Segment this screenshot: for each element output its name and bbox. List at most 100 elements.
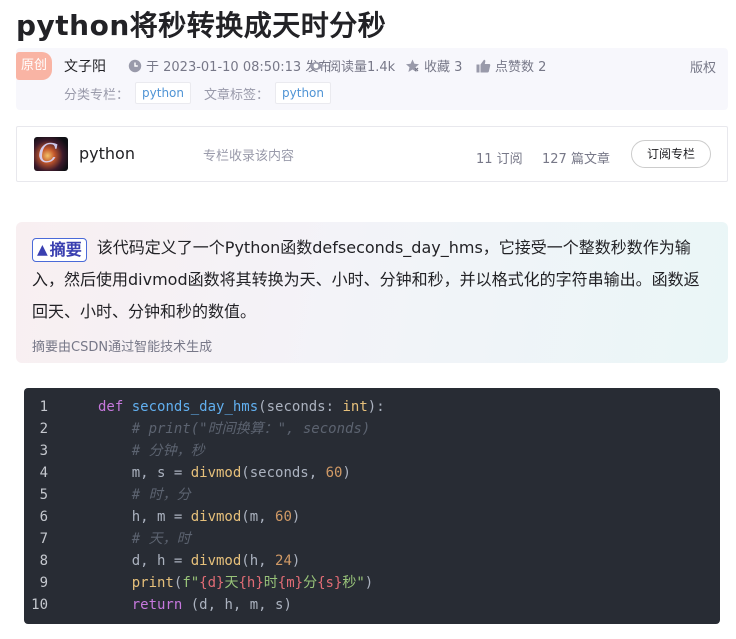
code-text: # 天，时 xyxy=(98,528,191,550)
column-name[interactable]: python xyxy=(79,144,135,163)
code-token: # 时，分 xyxy=(98,487,191,503)
author-name[interactable]: 文子阳 xyxy=(64,56,106,76)
line-number: 1 xyxy=(39,399,48,415)
code-token: 秒" xyxy=(342,575,365,591)
code-token: {m} xyxy=(277,575,304,591)
code-token: (m, xyxy=(241,509,276,525)
code-block[interactable]: 1 def seconds_day_hms(seconds: int): 2 # p… xyxy=(24,388,720,624)
code-line: 3 # 分钟，秒 xyxy=(24,440,720,462)
tag-row: 分类专栏： python 文章标签： python xyxy=(64,82,331,104)
column-card: C python 专栏收录该内容 11 订阅 127 篇文章 订阅专栏 xyxy=(16,126,728,182)
publish-time-text: 于 2023-01-10 08:50:13 发布 xyxy=(146,60,332,75)
code-line: 5 # 时，分 xyxy=(24,484,720,506)
code-token: 24 xyxy=(275,553,292,569)
code-token: divmod xyxy=(190,465,242,481)
code-token: divmod xyxy=(190,509,242,525)
likes-text: 点赞数 2 xyxy=(495,60,547,75)
code-text: # print("时间换算：", seconds) xyxy=(98,418,371,440)
summary-text: 该代码定义了一个Python函数defseconds_day_hms，它接受一个… xyxy=(32,238,700,321)
code-token: # 天，时 xyxy=(98,531,191,547)
code-token: {s} xyxy=(317,575,343,591)
category-label: 分类专栏： xyxy=(64,87,130,103)
like-button[interactable]: 点赞数 2 xyxy=(476,56,546,75)
code-token: (seconds, xyxy=(241,465,326,481)
favorites-button[interactable]: 收藏 3 xyxy=(405,56,462,75)
code-line: 9 print(f"{d}天{h}时{m}分{s}秒") xyxy=(24,572,720,594)
column-article-count: 127 篇文章 xyxy=(542,152,610,167)
summary-paragraph: ▲ 摘要 该代码定义了一个Python函数defseconds_day_hms，它接… xyxy=(32,232,714,328)
views-count: 阅读量1.4k xyxy=(308,56,395,75)
original-badge: 原创 xyxy=(16,52,52,80)
subscribe-column-button[interactable]: 订阅专栏 xyxy=(631,140,711,168)
code-text: d, h = divmod(h, 24) xyxy=(98,550,301,572)
code-token: (h, xyxy=(241,553,276,569)
code-text: # 时，分 xyxy=(98,484,191,506)
column-subscriptions: 11 订阅 xyxy=(476,152,523,167)
code-token: ) xyxy=(291,553,301,569)
code-token: return xyxy=(131,597,183,613)
code-token: 时 xyxy=(263,575,278,591)
code-token: def xyxy=(98,399,124,415)
code-line: 10 return (d, h, m, s) xyxy=(24,594,720,616)
code-token: print xyxy=(131,575,174,591)
line-number: 2 xyxy=(39,421,48,437)
summary-logo-icon: ▲ xyxy=(37,242,48,258)
code-token: h, m = xyxy=(98,509,191,525)
summary-footer: 摘要由CSDN通过智能技术生成 xyxy=(32,340,213,355)
views-text: 阅读量1.4k xyxy=(328,60,396,75)
code-token: 60 xyxy=(325,465,343,481)
thumbs-up-icon xyxy=(476,59,491,72)
line-number: 3 xyxy=(39,443,48,459)
line-number: 7 xyxy=(39,531,48,547)
code-token: ) xyxy=(364,575,374,591)
clock-icon xyxy=(128,59,142,72)
line-number: 9 xyxy=(39,575,48,591)
code-line: 8 d, h = divmod(h, 24) xyxy=(24,550,720,572)
favorites-text: 收藏 3 xyxy=(424,60,463,75)
code-text: return (d, h, m, s) xyxy=(98,594,292,616)
line-number: 8 xyxy=(39,553,48,569)
article-tag[interactable]: python xyxy=(275,82,331,104)
code-text: m, s = divmod(seconds, 60) xyxy=(98,462,351,484)
code-token: m, s = xyxy=(98,465,191,481)
code-token: seconds_day_hms xyxy=(131,399,259,415)
publish-time: 于 2023-01-10 08:50:13 发布 xyxy=(128,56,331,75)
code-line: 2 # print("时间换算：", seconds) xyxy=(24,418,720,440)
code-line: 7 # 天，时 xyxy=(24,528,720,550)
code-token: 60 xyxy=(275,509,292,525)
code-token: (d, h, m, s) xyxy=(182,597,292,613)
article-tag-label: 文章标签： xyxy=(204,87,270,103)
code-text: # 分钟，秒 xyxy=(98,440,205,462)
code-token: int xyxy=(342,399,368,415)
code-token: f" xyxy=(182,575,200,591)
code-token: (seconds: xyxy=(258,399,343,415)
line-number: 4 xyxy=(39,465,48,481)
column-cover-image[interactable]: C xyxy=(34,137,68,171)
code-token: {d} xyxy=(199,575,225,591)
code-text: print(f"{d}天{h}时{m}分{s}秒") xyxy=(98,572,374,594)
column-description: 专栏收录该内容 xyxy=(203,149,295,164)
code-token: # print("时间换算：", seconds) xyxy=(98,421,371,437)
code-token: ): xyxy=(367,399,385,415)
line-number: 6 xyxy=(39,509,48,525)
code-token: # 分钟，秒 xyxy=(98,443,205,459)
code-text: def seconds_day_hms(seconds: int): xyxy=(98,396,385,418)
line-number: 10 xyxy=(31,597,48,613)
code-text: h, m = divmod(m, 60) xyxy=(98,506,301,528)
article-title: python将秒转换成天时分秒 xyxy=(16,9,387,42)
code-token: ) xyxy=(291,509,301,525)
summary-badge-label: 摘要 xyxy=(49,240,82,259)
code-token: d, h = xyxy=(98,553,191,569)
column-cover-letter: C xyxy=(38,139,58,169)
ai-summary-panel: ▲ 摘要 该代码定义了一个Python函数defseconds_day_hms，它接… xyxy=(16,222,728,363)
code-line: 6 h, m = divmod(m, 60) xyxy=(24,506,720,528)
category-tag[interactable]: python xyxy=(135,82,191,104)
copyright-link[interactable]: 版权 xyxy=(690,57,716,76)
line-number: 5 xyxy=(39,487,48,503)
code-token: ) xyxy=(342,465,351,481)
eye-icon xyxy=(309,61,323,70)
code-token: 分 xyxy=(303,575,318,591)
star-icon xyxy=(406,59,419,72)
